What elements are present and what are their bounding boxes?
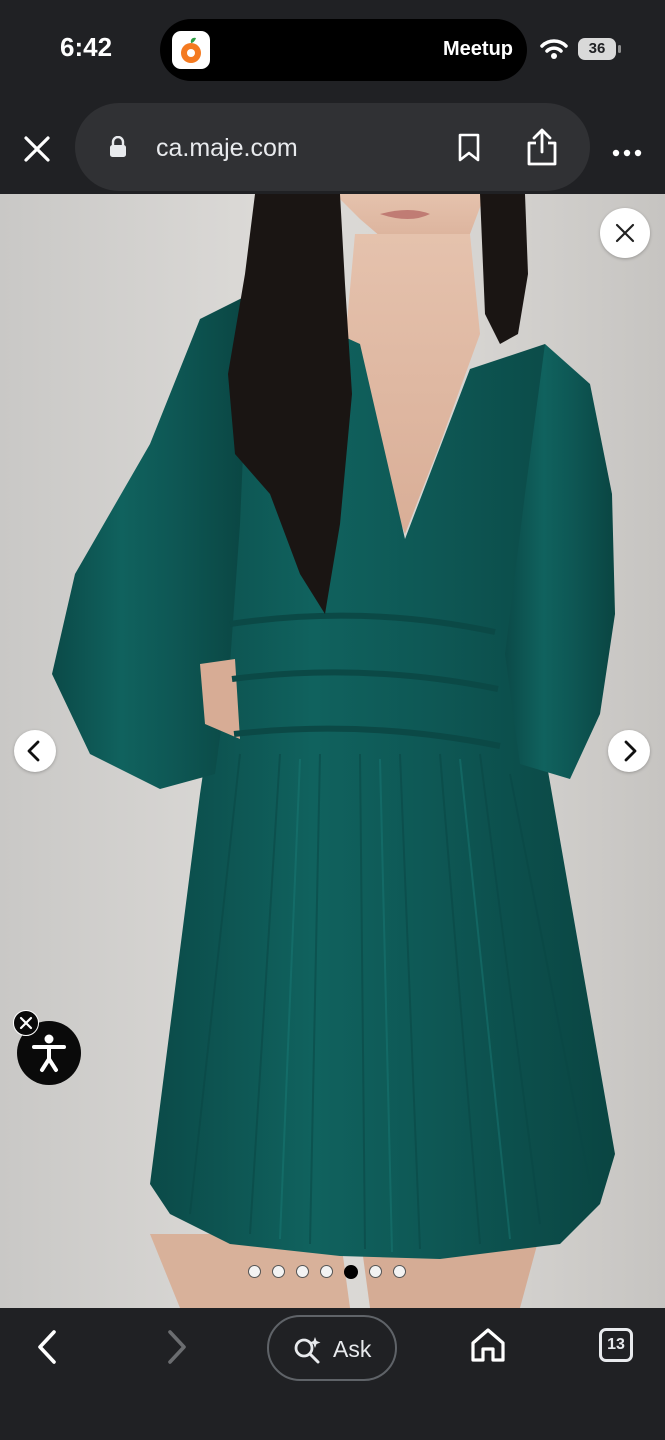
url-text[interactable]: ca.maje.com [156,134,298,163]
close-icon[interactable] [20,132,54,166]
home-icon[interactable] [468,1325,508,1370]
image-pagination-dots[interactable] [248,1265,406,1281]
address-bar[interactable]: ca.maje.com [75,103,590,191]
bookmark-icon[interactable] [457,133,481,168]
app-icon [172,31,210,69]
browser-toolbar: ca.maje.com [0,100,665,194]
back-icon[interactable] [32,1328,64,1371]
pagination-dot[interactable] [296,1265,309,1278]
bottom-toolbar: Ask 13 [0,1308,665,1440]
island-label: Meetup [443,38,513,60]
lock-icon [109,135,127,163]
battery-level: 36 [578,38,616,60]
close-icon [19,1016,33,1030]
status-bar: 6:42 Meetup 36 [0,0,665,100]
close-icon [615,223,635,243]
close-accessibility-button[interactable] [13,1010,39,1036]
pagination-dot[interactable] [369,1265,382,1278]
pagination-dot[interactable] [272,1265,285,1278]
share-icon[interactable] [525,127,559,172]
status-time: 6:42 [60,32,113,62]
ask-button[interactable]: Ask [267,1315,397,1381]
lens-sparkle-icon [293,1335,323,1370]
chevron-right-icon [624,740,637,762]
battery-tip [618,45,621,53]
previous-image-button[interactable] [14,730,56,772]
ask-label: Ask [333,1336,372,1362]
pagination-dot[interactable] [248,1265,261,1278]
tabs-icon[interactable]: 13 [599,1328,633,1362]
more-icon[interactable] [612,144,642,162]
dynamic-island[interactable]: Meetup [160,19,527,81]
pagination-dot[interactable] [320,1265,333,1278]
product-image-gallery[interactable] [0,194,665,1308]
wifi-icon [540,38,568,65]
pagination-dot[interactable] [344,1265,358,1279]
forward-icon[interactable] [160,1328,192,1371]
next-image-button[interactable] [608,730,650,772]
chevron-left-icon [27,740,40,762]
close-gallery-button[interactable] [600,208,650,258]
product-photo [52,194,615,1308]
pagination-dot[interactable] [393,1265,406,1278]
